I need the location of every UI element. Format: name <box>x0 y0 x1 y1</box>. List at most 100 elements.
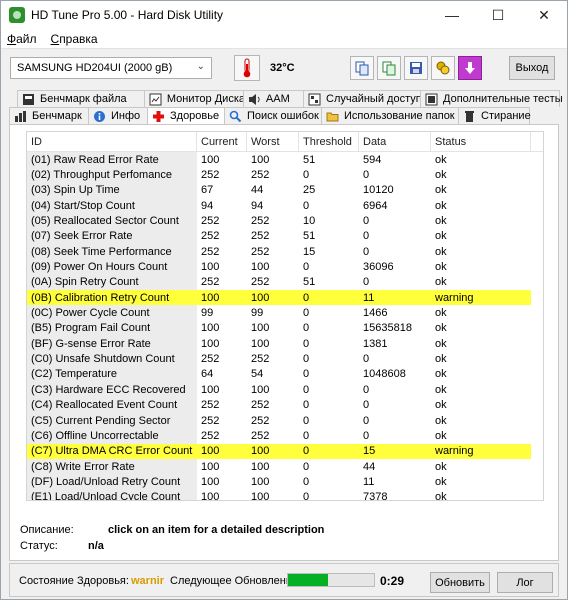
attribute-id-cell: (07) Seek Error Rate <box>27 228 197 245</box>
status-bar: Состояние Здоровья: warnir Следующее Обн… <box>9 563 559 597</box>
status-cell: ok <box>435 199 447 212</box>
table-row[interactable]: (C6) Offline Uncorrectable 252 252 0 0 ok <box>27 428 543 444</box>
worst-cell: 252 <box>251 230 270 243</box>
attribute-id-cell: (C4) Reallocated Event Count <box>27 397 197 413</box>
column-header-id[interactable]: ID <box>27 132 197 151</box>
worst-cell: 252 <box>251 414 270 427</box>
data-cell: 0 <box>363 276 370 289</box>
worst-cell: 100 <box>251 491 270 501</box>
erase-icon <box>463 110 476 123</box>
data-cell: 1381 <box>363 337 388 350</box>
threshold-cell: 0 <box>303 429 310 442</box>
table-row[interactable]: (04) Start/Stop Count 94 94 0 6964 ok <box>27 198 543 214</box>
tab-benchmark[interactable]: Бенчмарк <box>9 107 89 124</box>
exit-button[interactable]: Выход <box>509 56 555 80</box>
minimize-button[interactable]: — <box>429 1 475 29</box>
copy-info-button[interactable] <box>350 56 374 80</box>
attribute-id-cell: (C3) Hardware ECC Recovered <box>27 382 197 398</box>
table-row[interactable]: (BF) G-sense Error Rate 100 100 0 1381 ok <box>27 336 543 352</box>
options-icon[interactable] <box>431 56 455 80</box>
table-row[interactable]: (C4) Reallocated Event Count 252 252 0 0 ok <box>27 397 543 413</box>
update-timer: 0:29 <box>380 574 405 588</box>
table-row[interactable]: (C2) Temperature 64 54 0 1048608 ok <box>27 366 543 383</box>
table-row[interactable]: (B5) Program Fail Count 100 100 0 15635818 ok <box>27 320 543 337</box>
table-row[interactable]: (C7) Ultra DMA CRC Error Count 100 100 0 15 w… <box>27 443 543 459</box>
table-row[interactable]: (C3) Hardware ECC Recovered 100 100 0 0 ok <box>27 382 543 398</box>
status-cell: ok <box>435 184 447 197</box>
table-row[interactable]: (E1) Load/Unload Cycle Count 100 100 0 7378 o… <box>27 489 543 501</box>
table-row[interactable]: (C8) Write Error Rate 100 100 0 44 ok <box>27 458 543 475</box>
current-cell: 252 <box>201 353 220 366</box>
tab-disk-monitor[interactable]: Монитор Диска <box>143 90 245 107</box>
tab-aam[interactable]: AAM <box>242 90 304 107</box>
table-row[interactable]: (03) Spin Up Time 67 44 25 10120 ok <box>27 182 543 199</box>
threshold-cell: 0 <box>303 368 310 381</box>
status-cell: ok <box>435 153 447 166</box>
table-row[interactable]: (09) Power On Hours Count 100 100 0 36096 ok <box>27 259 543 275</box>
attribute-id-cell: (BF) G-sense Error Rate <box>27 336 197 352</box>
column-header-current[interactable]: Current <box>197 132 247 151</box>
health-label: Состояние Здоровья: <box>19 575 129 587</box>
drive-select-value: SAMSUNG HD204UI (2000 gB) <box>17 62 173 74</box>
tab-extra-tests[interactable]: Дополнительные тесты <box>420 90 563 107</box>
table-row[interactable]: (C0) Unsafe Shutdown Count 252 252 0 0 ok <box>27 351 543 367</box>
menu-file[interactable]: Файл <box>1 32 45 46</box>
worst-cell: 100 <box>251 383 270 396</box>
update-button[interactable]: Обновить <box>430 572 490 593</box>
current-cell: 100 <box>201 460 220 473</box>
copy-all-button[interactable] <box>377 56 401 80</box>
health-cross-icon <box>152 110 165 123</box>
table-row[interactable]: (0C) Power Cycle Count 99 99 0 1466 ok <box>27 305 543 321</box>
status-cell: ok <box>435 353 447 366</box>
data-cell: 0 <box>363 215 370 228</box>
download-arrow-icon[interactable] <box>458 56 482 80</box>
table-row[interactable]: (08) Seek Time Performance 252 252 15 0 ok <box>27 244 543 260</box>
current-cell: 100 <box>201 322 220 335</box>
data-cell: 0 <box>363 383 370 396</box>
column-header-status[interactable]: Status <box>431 132 531 151</box>
worst-cell: 252 <box>251 429 270 442</box>
table-row[interactable]: (02) Throughput Perfomance 252 252 0 0 ok <box>27 167 543 183</box>
worst-cell: 100 <box>247 290 299 306</box>
attribute-id-cell: (C0) Unsafe Shutdown Count <box>27 351 197 367</box>
column-header-data[interactable]: Data <box>359 132 431 151</box>
worst-cell: 100 <box>251 460 270 473</box>
table-row[interactable]: (C5) Current Pending Sector 252 252 0 0 ok <box>27 412 543 429</box>
smart-table[interactable]: ID Current Worst Threshold Data Status (… <box>26 131 544 501</box>
tab-row-1: Бенчмарк файла Монитор Диска AAM Случайн… <box>9 90 563 107</box>
tab-label: Случайный доступ <box>326 93 422 105</box>
table-row[interactable]: (05) Reallocated Sector Count 252 252 10 0 ok <box>27 213 543 229</box>
maximize-button[interactable]: ☐ <box>475 1 521 29</box>
close-button[interactable]: ✕ <box>521 1 567 29</box>
table-row[interactable]: (01) Raw Read Error Rate 100 100 51 594 ok <box>27 152 543 168</box>
status-cell: ok <box>435 169 447 182</box>
tab-info[interactable]: Инфо <box>88 107 148 124</box>
current-cell: 100 <box>201 475 220 488</box>
tab-random-access[interactable]: Случайный доступ <box>303 90 422 107</box>
table-row[interactable]: (0B) Calibration Retry Count 100 100 0 11 war… <box>27 290 543 306</box>
threshold-cell: 0 <box>299 290 359 306</box>
status-cell: ok <box>435 368 447 381</box>
data-cell: 594 <box>363 153 382 166</box>
drive-select[interactable]: SAMSUNG HD204UI (2000 gB) ⌄ <box>10 57 212 79</box>
data-cell: 11 <box>363 475 375 488</box>
attribute-id-cell: (C2) Temperature <box>27 366 197 383</box>
status-cell: ok <box>435 399 447 412</box>
hdtune-app-icon <box>9 7 25 23</box>
table-row[interactable]: (0A) Spin Retry Count 252 252 51 0 ok <box>27 274 543 291</box>
description-label: Описание: <box>20 524 74 536</box>
tab-erase[interactable]: Стирание <box>458 107 531 124</box>
tab-file-benchmark[interactable]: Бенчмарк файла <box>17 90 145 107</box>
save-icon[interactable] <box>404 56 428 80</box>
menu-help[interactable]: Справка <box>45 32 106 46</box>
table-row[interactable]: (DF) Load/Unload Retry Count 100 100 0 11 ok <box>27 474 543 490</box>
column-header-worst[interactable]: Worst <box>247 132 299 151</box>
log-button[interactable]: Лог <box>497 572 553 593</box>
tab-health[interactable]: Здоровье <box>147 107 225 124</box>
tab-folder-usage[interactable]: Использование папок <box>321 107 459 124</box>
tab-error-scan[interactable]: Поиск ошибок <box>224 107 322 124</box>
column-header-threshold[interactable]: Threshold <box>299 132 359 151</box>
current-cell: 252 <box>201 245 220 258</box>
current-cell: 100 <box>197 443 247 459</box>
table-row[interactable]: (07) Seek Error Rate 252 252 51 0 ok <box>27 228 543 245</box>
